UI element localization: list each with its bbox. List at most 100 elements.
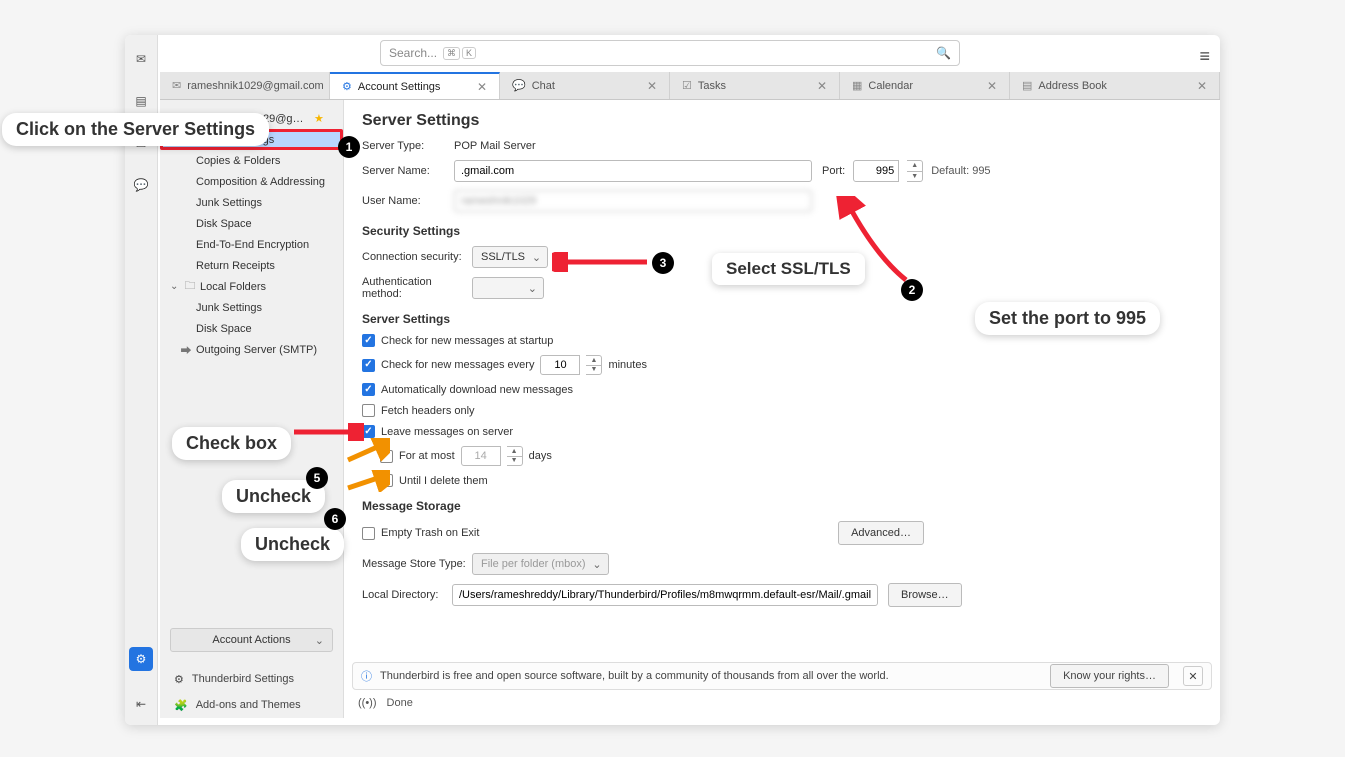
security-heading: Security Settings xyxy=(362,224,1198,238)
check-headers-only[interactable] xyxy=(362,404,375,417)
advanced-label: Advanced… xyxy=(851,527,911,539)
mail-icon: ✉ xyxy=(172,79,181,92)
tab-tasks[interactable]: ☑ Tasks ✕ xyxy=(670,72,840,99)
info-text: Thunderbird is free and open source soft… xyxy=(380,670,889,682)
close-tab-icon[interactable]: ✕ xyxy=(979,79,997,93)
info-bar: ⓘ Thunderbird is free and open source so… xyxy=(352,662,1212,690)
tree-label: Return Receipts xyxy=(196,260,275,272)
tab-account-settings[interactable]: ⚙ Account Settings ✕ xyxy=(330,72,500,99)
check-empty-trash[interactable] xyxy=(362,527,375,540)
check-empty-trash-label: Empty Trash on Exit xyxy=(381,527,479,539)
server-name-label: Server Name: xyxy=(362,165,454,177)
tab-account[interactable]: ✉ rameshnik1029@gmail.com xyxy=(160,72,330,99)
tree-item-copies-folders[interactable]: Copies & Folders xyxy=(160,150,343,171)
minutes-stepper[interactable]: ▲▼ xyxy=(586,355,602,375)
badge-5: 5 xyxy=(306,467,328,489)
tasks-icon: ☑ xyxy=(682,79,692,92)
tree-label: Disk Space xyxy=(196,323,252,335)
info-icon: ⓘ xyxy=(361,668,372,684)
tree-item-smtp[interactable]: ⮕ Outgoing Server (SMTP) xyxy=(160,339,343,360)
user-name-input[interactable] xyxy=(454,190,812,212)
thunderbird-settings-link[interactable]: ⚙Thunderbird Settings xyxy=(174,666,343,692)
tree-item-return-receipts[interactable]: Return Receipts xyxy=(160,255,343,276)
shortcut-chip: ⌘ xyxy=(443,47,460,60)
tree-label: Outgoing Server (SMTP) xyxy=(196,344,317,356)
server-type-label: Server Type: xyxy=(362,140,454,152)
mail-icon[interactable]: ✉ xyxy=(132,50,150,68)
auth-method-select[interactable] xyxy=(472,277,544,299)
local-dir-label: Local Directory: xyxy=(362,589,452,601)
badge-2: 2 xyxy=(901,279,923,301)
sidebar: ⌄ ✉ rameshnik1029@gmail.com ★ Server Set… xyxy=(160,100,344,718)
collapse-rail-icon[interactable]: ⇤ xyxy=(132,695,150,713)
check-every-input[interactable] xyxy=(540,355,580,375)
check-for-at-most[interactable] xyxy=(380,450,393,463)
advanced-button[interactable]: Advanced… xyxy=(838,521,924,545)
chevron-down-icon: ⌄ xyxy=(170,281,180,292)
status-bar: ((•)) Done xyxy=(358,694,1206,712)
tab-calendar[interactable]: ▦ Calendar ✕ xyxy=(840,72,1010,99)
browse-button[interactable]: Browse… xyxy=(888,583,962,607)
tree-item-composition[interactable]: Composition & Addressing xyxy=(160,171,343,192)
days-stepper[interactable]: ▲▼ xyxy=(507,446,523,466)
tab-label: Tasks xyxy=(698,80,726,92)
check-every[interactable] xyxy=(362,359,375,372)
tab-label: Calendar xyxy=(868,80,913,92)
store-type-label: Message Store Type: xyxy=(362,558,472,570)
know-your-rights-button[interactable]: Know your rights… xyxy=(1050,664,1169,688)
link-label: Add-ons and Themes xyxy=(196,699,301,711)
tab-address-book[interactable]: ▤ Address Book ✕ xyxy=(1010,72,1220,99)
magnify-icon: 🔍 xyxy=(936,46,951,60)
auth-method-label: Authentication method: xyxy=(362,276,472,300)
tab-strip: ✉ rameshnik1029@gmail.com ⚙ Account Sett… xyxy=(160,72,1220,100)
check-leave-on-server[interactable] xyxy=(362,425,375,438)
address-book-icon: ▤ xyxy=(1022,79,1032,92)
gear-icon: ⚙ xyxy=(342,80,352,93)
tab-chat[interactable]: 💬 Chat ✕ xyxy=(500,72,670,99)
tree-item-disk-space[interactable]: Disk Space xyxy=(160,213,343,234)
default-port-label: Default: 995 xyxy=(931,165,990,177)
at-most-input[interactable] xyxy=(461,446,501,466)
chat-icon[interactable]: 💬 xyxy=(132,176,150,194)
select-value: SSL/TLS xyxy=(481,251,525,263)
tree-item-junk[interactable]: Junk Settings xyxy=(160,192,343,213)
tree-item-local-disk[interactable]: Disk Space xyxy=(160,318,343,339)
tab-label: Account Settings xyxy=(358,81,441,93)
local-dir-input[interactable] xyxy=(452,584,878,606)
folder-icon: 🗀 xyxy=(184,277,196,296)
check-startup[interactable] xyxy=(362,334,375,347)
hamburger-menu-icon[interactable]: ≡ xyxy=(1199,46,1210,67)
check-until-delete[interactable] xyxy=(380,474,393,487)
tree-item-e2e[interactable]: End-To-End Encryption xyxy=(160,234,343,255)
user-name-label: User Name: xyxy=(362,195,454,207)
search-input[interactable]: Search... ⌘ K 🔍 xyxy=(380,40,960,66)
local-folders-node[interactable]: ⌄ 🗀 Local Folders xyxy=(160,276,343,297)
callout-6: Uncheck xyxy=(241,528,344,561)
conn-sec-label: Connection security: xyxy=(362,251,472,263)
connection-security-select[interactable]: SSL/TLS xyxy=(472,246,548,268)
close-tab-icon[interactable]: ✕ xyxy=(469,80,487,94)
account-actions-button[interactable]: Account Actions xyxy=(170,628,333,652)
select-value: File per folder (mbox) xyxy=(481,558,586,570)
port-stepper[interactable]: ▲▼ xyxy=(907,160,923,182)
address-book-icon[interactable]: ▤ xyxy=(132,92,150,110)
port-input[interactable] xyxy=(853,160,899,182)
server-name-input[interactable] xyxy=(454,160,812,182)
settings-icon[interactable]: ⚙ xyxy=(129,647,153,671)
callout-2: Set the port to 995 xyxy=(975,302,1160,335)
outgoing-icon: ⮕ xyxy=(180,342,192,358)
close-info-icon[interactable]: ✕ xyxy=(1183,666,1203,686)
close-tab-icon[interactable]: ✕ xyxy=(639,79,657,93)
gear-icon: ⚙ xyxy=(174,673,184,686)
tree-label: Junk Settings xyxy=(196,302,262,314)
check-auto-download[interactable] xyxy=(362,383,375,396)
close-tab-icon[interactable]: ✕ xyxy=(809,79,827,93)
check-startup-label: Check for new messages at startup xyxy=(381,335,553,347)
tab-label: rameshnik1029@gmail.com xyxy=(187,80,324,92)
at-most-label-pre: For at most xyxy=(399,450,455,462)
shortcut-chip: K xyxy=(462,47,476,59)
close-tab-icon[interactable]: ✕ xyxy=(1189,79,1207,93)
status-text: Done xyxy=(387,697,413,709)
tree-item-local-junk[interactable]: Junk Settings xyxy=(160,297,343,318)
addons-link[interactable]: 🧩Add-ons and Themes xyxy=(174,692,343,718)
